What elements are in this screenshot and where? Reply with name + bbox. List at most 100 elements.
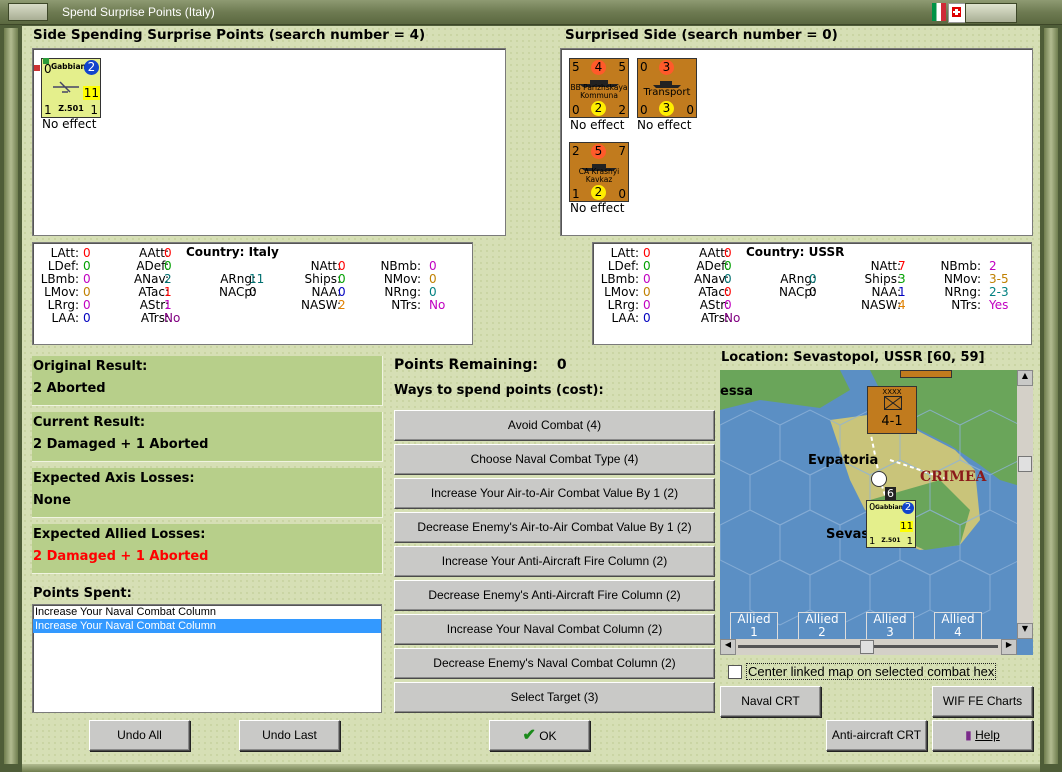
center-map-checkbox-label[interactable]: Center linked map on selected combat hex bbox=[746, 663, 997, 680]
allied-losses-label: Expected Allied Losses: bbox=[33, 527, 206, 542]
counter-value: 2 bbox=[591, 185, 606, 200]
axis-losses-panel: Expected Axis Losses: None bbox=[32, 468, 383, 518]
stat-label-laa: LAA: bbox=[51, 311, 79, 325]
counter-value: 5 bbox=[618, 60, 626, 74]
current-result-panel: Current Result: 2 Damaged + 1 Aborted bbox=[32, 412, 383, 462]
surprised-units-box: 5 4 5 BB Parizhskaya Kommuna 0 2 2 No ef… bbox=[560, 48, 1033, 236]
map-army-counter[interactable]: XXXX 4-1 bbox=[867, 386, 917, 434]
allied-tab-number: 1 bbox=[750, 625, 758, 639]
window-controls[interactable] bbox=[965, 3, 1017, 23]
original-result-label: Original Result: bbox=[33, 359, 148, 374]
stat-value-nasw: 4 bbox=[898, 298, 906, 312]
stat-value-nacp: 0 bbox=[809, 285, 817, 299]
counter-value: 1 bbox=[44, 103, 52, 117]
scroll-right-arrow-icon[interactable]: ▶ bbox=[1001, 639, 1017, 655]
checkmark-icon: ✔ bbox=[522, 727, 536, 744]
country-label-text: Country: bbox=[746, 245, 805, 259]
counter-value: 1 bbox=[906, 536, 913, 547]
center-map-checkbox[interactable] bbox=[728, 665, 742, 679]
country-name: USSR bbox=[808, 245, 845, 259]
window-title: Spend Surprise Points (Italy) bbox=[62, 5, 215, 19]
allied-tab-2[interactable]: Allied 2 bbox=[798, 612, 846, 641]
counter-value: 1 bbox=[869, 536, 876, 547]
map-horizontal-scrollbar[interactable]: ◀ ▶ bbox=[720, 639, 1017, 655]
counter-value: 0 bbox=[640, 103, 648, 117]
map-unit-partial[interactable] bbox=[900, 370, 952, 378]
unit-effect: No effect bbox=[570, 201, 625, 215]
counter-name: Transport bbox=[643, 87, 691, 98]
anti-aircraft-crt-button[interactable]: Anti-aircraft CRT bbox=[826, 720, 927, 751]
counter-strength: 4-1 bbox=[881, 414, 903, 429]
spend-option-button[interactable]: Decrease Enemy's Air-to-Air Combat Value… bbox=[394, 512, 715, 543]
wif-fe-charts-button[interactable]: WIF FE Charts bbox=[932, 686, 1033, 717]
ok-button[interactable]: ✔ OK bbox=[489, 720, 590, 751]
points-remaining-value: 0 bbox=[556, 357, 567, 373]
country-name: Italy bbox=[248, 245, 279, 259]
counter-value: 3 bbox=[659, 101, 674, 116]
scroll-thumb[interactable] bbox=[1018, 456, 1032, 472]
counter-value: 5 bbox=[591, 144, 606, 159]
axis-losses-value: None bbox=[33, 493, 71, 508]
spend-option-button[interactable]: Increase Your Anti-Aircraft Fire Column … bbox=[394, 546, 715, 577]
axis-losses-label: Expected Axis Losses: bbox=[33, 471, 195, 486]
scroll-left-arrow-icon[interactable]: ◀ bbox=[720, 639, 736, 655]
allied-tab-3[interactable]: Allied 3 bbox=[866, 612, 914, 641]
spending-side-header: Side Spending Surprise Points (search nu… bbox=[33, 27, 426, 43]
stat-value-ntrs: Yes bbox=[989, 298, 1009, 312]
counter-value: 4 bbox=[591, 60, 606, 75]
current-result-value: 2 Damaged + 1 Aborted bbox=[33, 437, 209, 452]
spend-option-button[interactable]: Choose Naval Combat Type (4) bbox=[394, 444, 715, 475]
spend-option-button[interactable]: Decrease Enemy's Anti-Aircraft Fire Colu… bbox=[394, 580, 715, 611]
naval-crt-button[interactable]: Naval CRT bbox=[720, 686, 821, 717]
counter-value: 5 bbox=[572, 60, 580, 74]
spend-option-button[interactable]: Avoid Combat (4) bbox=[394, 410, 715, 441]
map-vertical-scrollbar[interactable]: ▲ ▼ bbox=[1017, 370, 1033, 639]
allied-tab-4[interactable]: Allied 4 bbox=[934, 612, 982, 641]
unit-counter-krasnyi-kavkaz[interactable]: 2 5 7 CA Krasnyi Kavkaz 1 2 0 bbox=[569, 142, 629, 202]
stat-label-laa: LAA: bbox=[611, 311, 639, 325]
stat-value-nacp: 0 bbox=[249, 285, 257, 299]
unit-effect: No effect bbox=[637, 118, 692, 132]
scroll-down-arrow-icon[interactable]: ▼ bbox=[1017, 623, 1033, 639]
unit-counter-transport[interactable]: 0 3 Transport 0 3 0 bbox=[637, 58, 697, 118]
counter-name: BB Parizhskaya Kommuna bbox=[570, 83, 628, 100]
counter-value: 1 bbox=[572, 187, 580, 201]
spend-option-button[interactable]: Increase Your Air-to-Air Combat Value By… bbox=[394, 478, 715, 509]
linked-map[interactable]: essa Evpatoria CRIMEA Sevas XXXX 4-1 6 0… bbox=[720, 370, 1033, 655]
counter-value: 2 bbox=[618, 103, 626, 117]
unit-counter-gabbiano[interactable]: 0 Gabbiano 2 11 Z.501 1 1 bbox=[34, 58, 101, 118]
allied-losses-panel: Expected Allied Losses: 2 Damaged + 1 Ab… bbox=[32, 524, 383, 574]
savoy-shield-icon bbox=[948, 3, 966, 23]
allied-tab-1[interactable]: Allied 1 bbox=[730, 612, 778, 641]
stat-value-atrs: No bbox=[724, 311, 741, 325]
port-icon bbox=[871, 471, 887, 487]
map-label-evpatoria: Evpatoria bbox=[808, 453, 879, 468]
map-label-odessa: essa bbox=[720, 384, 754, 399]
list-item-selected[interactable]: Increase Your Naval Combat Column bbox=[33, 619, 381, 633]
scroll-up-arrow-icon[interactable]: ▲ bbox=[1017, 370, 1033, 386]
unit-counter-parizhskaya[interactable]: 5 4 5 BB Parizhskaya Kommuna 0 2 2 bbox=[569, 58, 629, 118]
spend-option-button[interactable]: Select Target (3) bbox=[394, 682, 715, 713]
stats-box-ussr: LAtt: 0 LDef: 0 LBmb: 0 LMov: 0 LRrg: 0 LAA: 0 AAtt:… bbox=[592, 242, 1032, 345]
stat-label-ntrs: NTrs: bbox=[951, 298, 981, 312]
list-item[interactable]: Increase Your Naval Combat Column bbox=[33, 605, 381, 619]
system-menu-button[interactable] bbox=[8, 3, 48, 21]
infantry-icon bbox=[884, 396, 902, 410]
undo-last-button[interactable]: Undo Last bbox=[239, 720, 340, 751]
ok-button-label: OK bbox=[539, 729, 557, 743]
spend-option-button[interactable]: Increase Your Naval Combat Column (2) bbox=[394, 614, 715, 645]
counter-name: CA Krasnyi Kavkaz bbox=[578, 167, 620, 184]
spend-option-button[interactable]: Decrease Enemy's Naval Combat Column (2) bbox=[394, 648, 715, 679]
counter-value: 11 bbox=[82, 86, 100, 100]
counter-value: 2 bbox=[84, 60, 99, 75]
counter-value: 0 bbox=[618, 187, 626, 201]
map-air-counter-gabbiano[interactable]: 0 Gabbiano 2 11 Z.501 1 1 bbox=[866, 500, 916, 548]
points-spent-list[interactable]: Increase Your Naval Combat Column Increa… bbox=[32, 604, 382, 713]
help-button[interactable]: ▮ Help bbox=[932, 720, 1033, 751]
undo-all-button[interactable]: Undo All bbox=[89, 720, 190, 751]
scroll-thumb[interactable] bbox=[860, 640, 874, 654]
stat-value-laa: 0 bbox=[643, 311, 651, 325]
counter-size-label: XXXX bbox=[882, 388, 902, 396]
stat-label-ntrs: NTrs: bbox=[391, 298, 421, 312]
counter-value: 3 bbox=[659, 60, 674, 75]
